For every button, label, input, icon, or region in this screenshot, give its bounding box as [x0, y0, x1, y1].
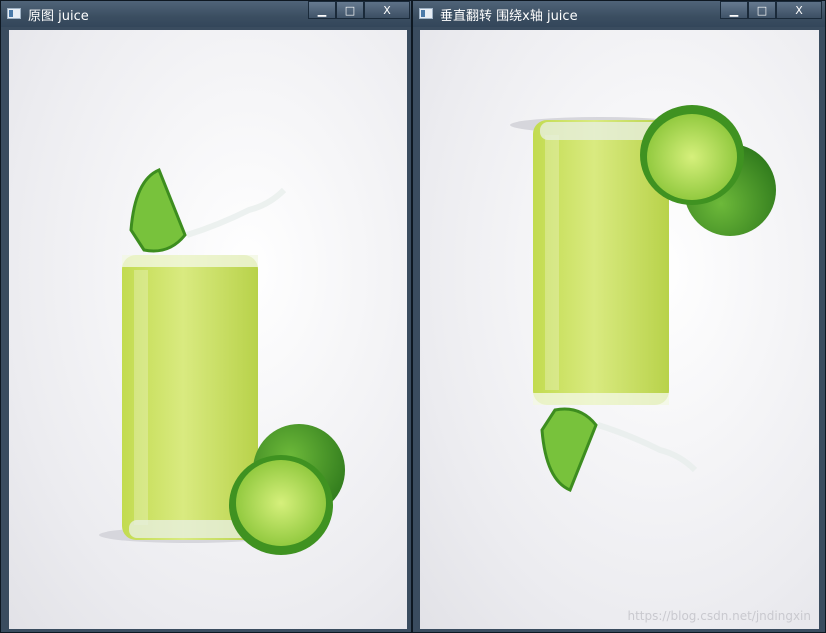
close-button[interactable]: X: [364, 1, 410, 19]
title-bar[interactable]: 原图 juice ▁ □ X: [1, 1, 411, 27]
lime-wedge: [129, 168, 187, 253]
image-canvas: https://blog.csdn.net/jndingxin: [420, 30, 819, 629]
original-image-window: 原图 juice ▁ □ X: [0, 0, 412, 633]
close-button[interactable]: X: [776, 1, 822, 19]
minimize-button[interactable]: ▁: [308, 1, 336, 19]
window-title: 原图 juice: [28, 9, 89, 24]
minimize-button[interactable]: ▁: [720, 1, 748, 19]
app-window-icon: [7, 8, 21, 19]
window-title: 垂直翻转 围绕x轴 juice: [440, 9, 578, 24]
close-icon: X: [795, 3, 803, 17]
title-bar[interactable]: 垂直翻转 围绕x轴 juice ▁ □ X: [413, 1, 825, 27]
minimize-icon: ▁: [729, 3, 739, 17]
close-icon: X: [383, 3, 391, 17]
maximize-icon: □: [344, 3, 356, 17]
app-window-icon: [419, 8, 433, 19]
image-canvas: [9, 30, 407, 629]
juice-group-flipped: [510, 105, 776, 492]
juice-photo-flipped: [510, 105, 776, 492]
maximize-icon: □: [756, 3, 768, 17]
maximize-button[interactable]: □: [748, 1, 776, 19]
flipped-image-window: 垂直翻转 围绕x轴 juice ▁ □ X https://blog.csdn.…: [412, 0, 826, 633]
lime-wedge: [540, 407, 598, 492]
minimize-icon: ▁: [317, 3, 327, 17]
watermark: https://blog.csdn.net/jndingxin: [627, 609, 811, 623]
maximize-button[interactable]: □: [336, 1, 364, 19]
juice-photo: [99, 168, 345, 555]
juice-group: [99, 168, 345, 555]
